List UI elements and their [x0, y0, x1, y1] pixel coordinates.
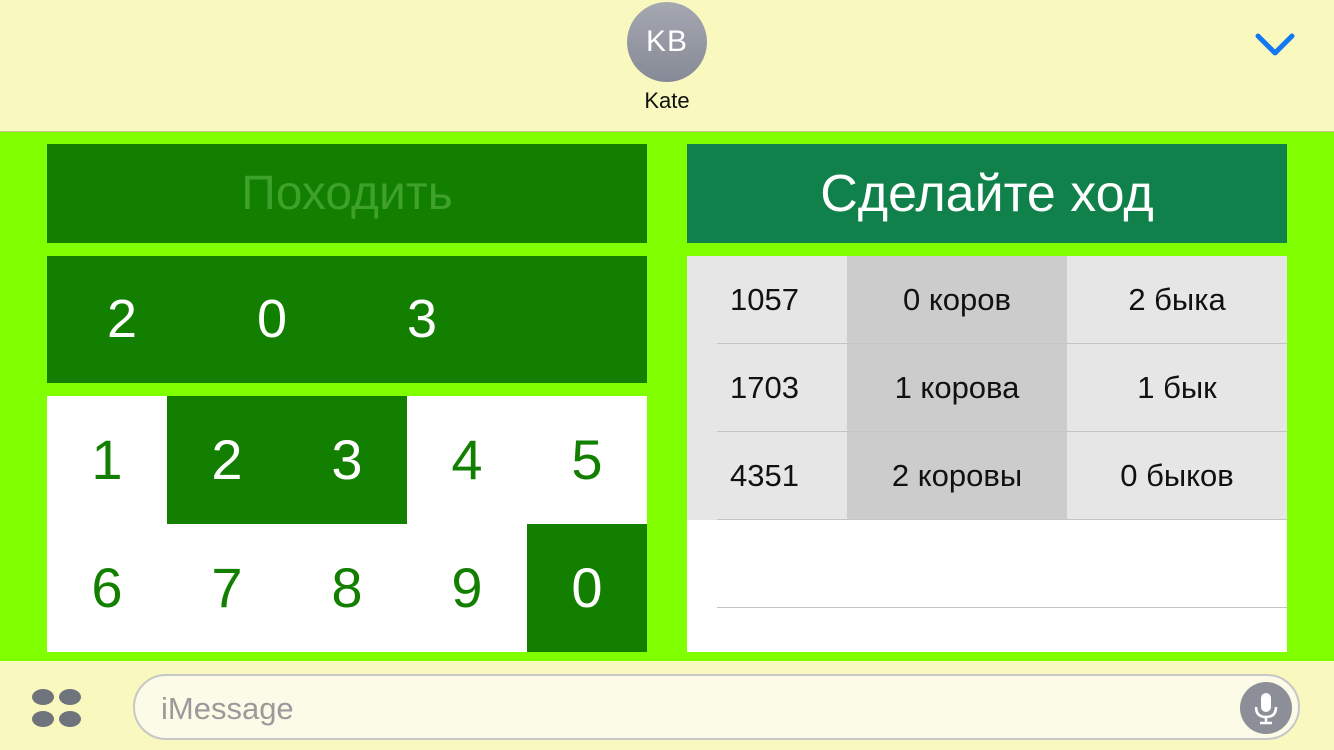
contact-avatar[interactable]: KB — [627, 2, 707, 82]
key-7[interactable]: 7 — [167, 524, 287, 652]
guess-digit-4[interactable] — [497, 256, 647, 383]
collapse-button[interactable] — [1252, 26, 1298, 66]
guess-digit-1[interactable]: 2 — [47, 256, 197, 383]
guess-number: 1057 — [717, 256, 847, 343]
key-0[interactable]: 0 — [527, 524, 647, 652]
key-2[interactable]: 2 — [167, 396, 287, 524]
bulls-count: 1 бык — [1067, 344, 1287, 431]
cows-count: 0 коров — [847, 256, 1067, 343]
table-row: 4351 2 коровы 0 быков — [717, 432, 1287, 520]
table-row: 1057 0 коров 2 быка — [717, 256, 1287, 344]
guess-digit-2[interactable]: 0 — [197, 256, 347, 383]
guess-number: 1703 — [717, 344, 847, 431]
dictation-button[interactable] — [1240, 682, 1292, 734]
cows-count: 2 коровы — [847, 432, 1067, 519]
key-6[interactable]: 6 — [47, 524, 167, 652]
key-9[interactable]: 9 — [407, 524, 527, 652]
key-3[interactable]: 3 — [287, 396, 407, 524]
status-banner: Сделайте ход — [687, 144, 1287, 243]
key-1[interactable]: 1 — [47, 396, 167, 524]
app-drawer-button[interactable] — [30, 686, 84, 730]
conversation-header: KB Kate — [0, 0, 1334, 132]
chevron-down-icon — [1255, 33, 1295, 56]
key-5[interactable]: 5 — [527, 396, 647, 524]
row-indent — [687, 344, 717, 432]
imessage-field — [133, 674, 1300, 740]
empty-table-row — [717, 520, 1287, 608]
microphone-icon — [1254, 693, 1278, 725]
make-move-button[interactable]: Походить — [47, 144, 647, 243]
bulls-count: 2 быка — [1067, 256, 1287, 343]
guess-history-table[interactable]: 1057 0 коров 2 быка 1703 1 корова 1 бык … — [687, 256, 1287, 652]
row-indent — [687, 432, 717, 520]
table-row: 1703 1 корова 1 бык — [717, 344, 1287, 432]
cows-count: 1 корова — [847, 344, 1067, 431]
message-input-bar — [0, 661, 1334, 750]
app-drawer-icon — [32, 689, 81, 727]
message-input[interactable] — [159, 684, 1223, 734]
bulls-count: 0 быков — [1067, 432, 1287, 519]
guess-number: 4351 — [717, 432, 847, 519]
digit-keypad: 1 2 3 4 5 6 7 8 9 0 — [47, 396, 647, 652]
current-guess-display: 2 0 3 — [47, 256, 647, 383]
key-4[interactable]: 4 — [407, 396, 527, 524]
key-8[interactable]: 8 — [287, 524, 407, 652]
contact-name[interactable]: Kate — [567, 88, 767, 114]
guess-digit-3[interactable]: 3 — [347, 256, 497, 383]
row-indent — [687, 256, 717, 344]
game-area: Походить 2 0 3 1 2 3 4 5 6 7 8 9 0 Сдела… — [0, 132, 1334, 661]
